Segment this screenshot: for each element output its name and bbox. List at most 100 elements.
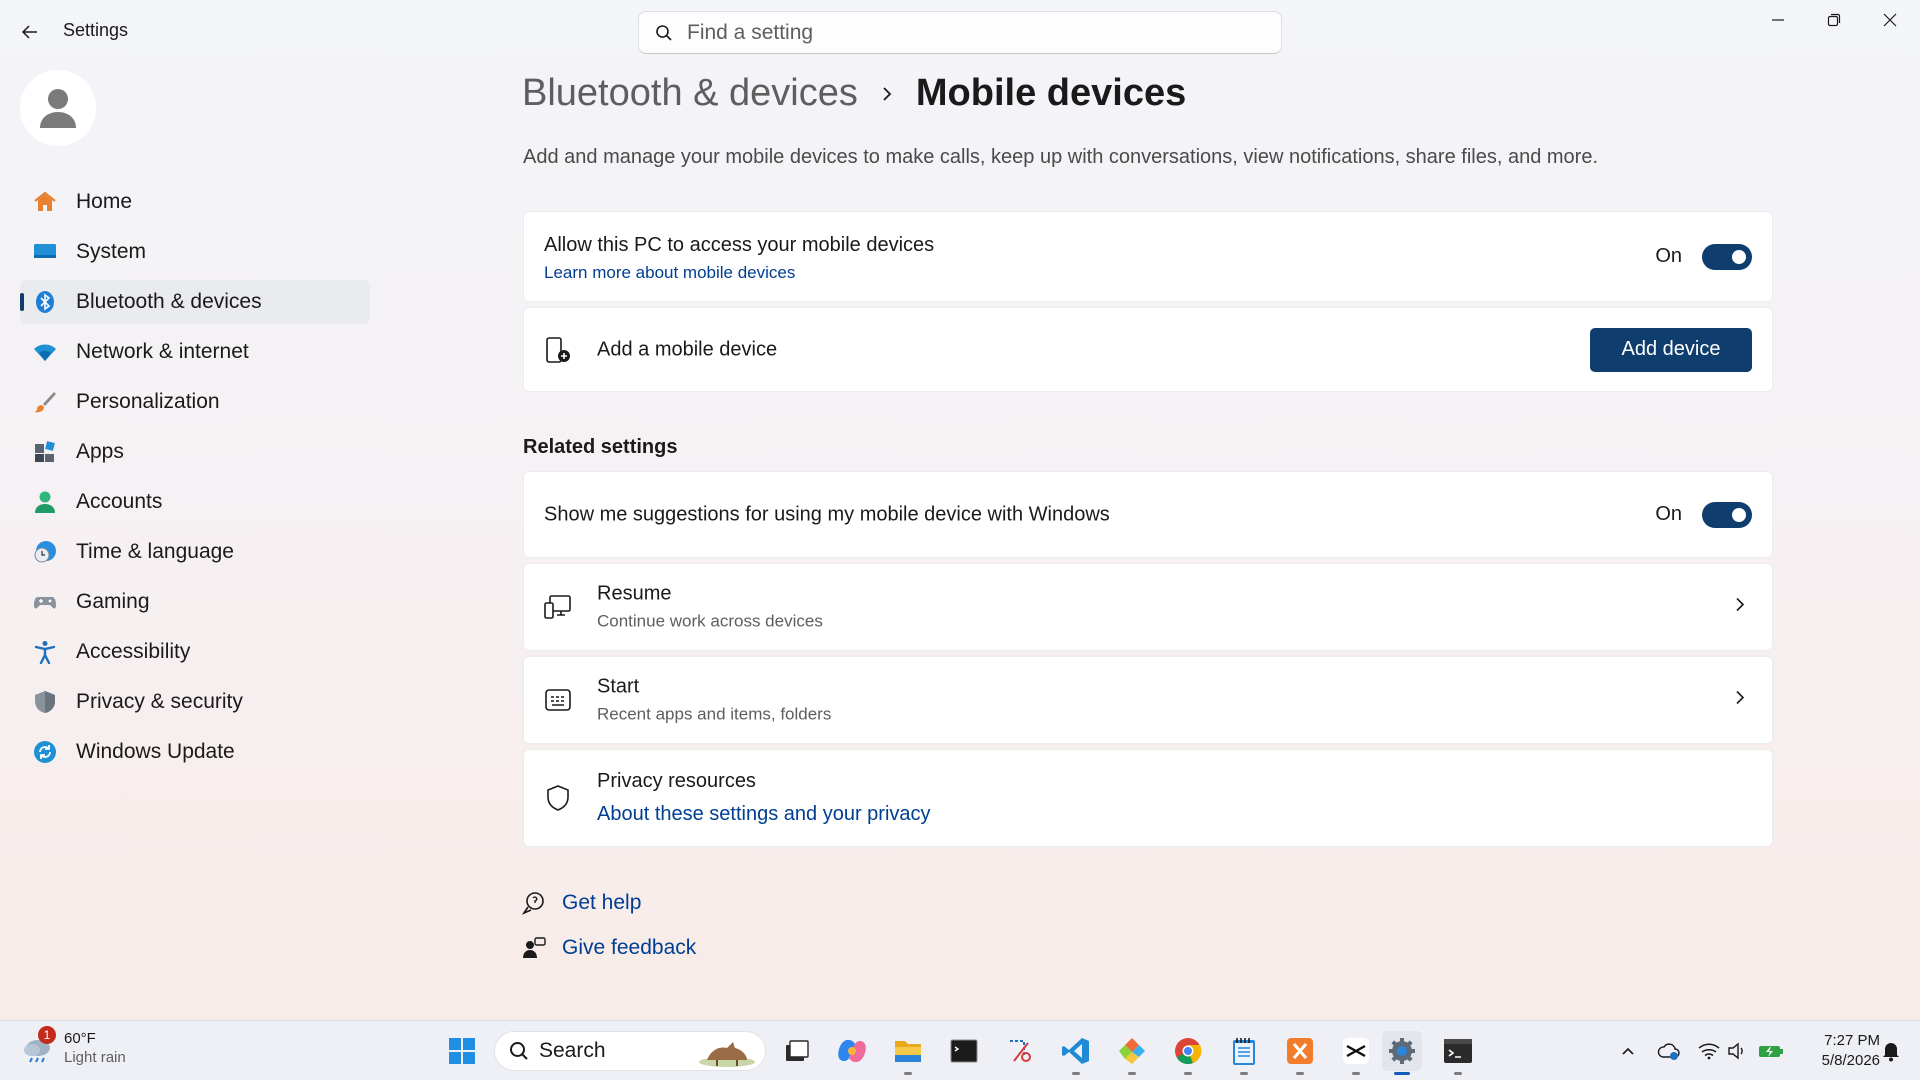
terminal-app[interactable] (944, 1031, 984, 1071)
sidebar-item-gaming[interactable]: Gaming (20, 580, 370, 624)
search-input[interactable] (687, 20, 1247, 45)
sidebar-item-apps[interactable]: Apps (20, 430, 370, 474)
resume-card[interactable]: Resume Continue work across devices (523, 563, 1773, 651)
xampp-icon (1287, 1038, 1313, 1064)
task-view-icon (786, 1040, 809, 1061)
home-icon (32, 189, 58, 215)
taskbar-clock[interactable]: 7:27 PM 5/8/2026 (1796, 1031, 1880, 1071)
brush-icon (32, 389, 58, 415)
user-avatar[interactable] (20, 70, 96, 146)
taskbar: 1 60°F Light rain Search 7:27 PM 5/8/202… (0, 1020, 1920, 1080)
running-indicator (1072, 1072, 1080, 1075)
close-button[interactable] (1862, 0, 1918, 40)
toggle-state-label: On (1655, 503, 1682, 525)
task-view-button[interactable] (776, 1031, 816, 1071)
bluetooth-icon (32, 289, 58, 315)
privacy-settings-link[interactable]: About these settings and your privacy (597, 803, 931, 826)
search-highlight-icon (699, 1042, 755, 1067)
capcut-app[interactable] (1336, 1031, 1376, 1075)
sidebar-item-home[interactable]: Home (20, 180, 370, 224)
chevron-right-icon (1734, 689, 1746, 712)
sidebar-item-accessibility[interactable]: Accessibility (20, 630, 370, 674)
give-feedback-link[interactable]: Give feedback (522, 936, 696, 960)
battery-tray[interactable] (1756, 1031, 1786, 1071)
sidebar-item-label: Accounts (76, 490, 163, 513)
taskbar-search-label: Search (539, 1039, 606, 1062)
start-button[interactable] (442, 1031, 482, 1071)
running-indicator (904, 1072, 912, 1075)
user-icon (40, 89, 76, 128)
add-device-button[interactable]: Add device (1590, 327, 1752, 372)
notification-center-button[interactable] (1876, 1031, 1906, 1071)
start-text: Start Recent apps and items, folders (597, 676, 831, 725)
resume-devices-icon (544, 593, 572, 621)
sidebar-item-bluetooth[interactable]: Bluetooth & devices (20, 280, 370, 324)
sidebar-item-windows-update[interactable]: Windows Update (20, 730, 370, 774)
sidebar-item-accounts[interactable]: Accounts (20, 480, 370, 524)
get-help-label: Get help (562, 891, 642, 914)
sidebar-item-network[interactable]: Network & internet (20, 330, 370, 374)
copilot-icon (838, 1039, 866, 1063)
breadcrumb: Bluetooth & devices Mobile devices (522, 72, 1186, 115)
sidebar-item-label: Bluetooth & devices (76, 290, 262, 313)
chrome-app[interactable] (1168, 1031, 1208, 1075)
terminal-dark-app[interactable] (1438, 1031, 1478, 1075)
suggestions-title: Show me suggestions for using my mobile … (544, 503, 1110, 525)
sidebar-item-time-language[interactable]: Time & language (20, 530, 370, 574)
give-feedback-label: Give feedback (562, 936, 697, 959)
paint-tool-app[interactable] (1112, 1031, 1152, 1075)
running-indicator (1128, 1072, 1136, 1075)
settings-app[interactable] (1382, 1031, 1422, 1075)
sidebar-item-privacy-security[interactable]: Privacy & security (20, 680, 370, 724)
start-card[interactable]: Start Recent apps and items, folders (523, 656, 1773, 744)
minimize-button[interactable] (1750, 0, 1806, 40)
taskbar-search[interactable]: Search (494, 1031, 766, 1071)
notepad-app[interactable] (1224, 1031, 1264, 1075)
clock-date: 5/8/2026 (1821, 1052, 1880, 1069)
access-mobile-devices-card: Allow this PC to access your mobile devi… (523, 211, 1773, 302)
related-settings-heading: Related settings (523, 436, 678, 458)
windows-logo-icon (449, 1038, 475, 1064)
running-indicator (1240, 1072, 1248, 1075)
start-menu-icon (544, 686, 572, 714)
clock-globe-icon (32, 539, 58, 565)
file-explorer-app[interactable] (888, 1031, 928, 1075)
vscode-app[interactable] (1056, 1031, 1096, 1075)
restore-icon (1827, 13, 1841, 27)
wifi-tray[interactable] (1694, 1031, 1724, 1071)
title-bar: Settings (0, 0, 1920, 62)
sidebar-item-label: Windows Update (76, 740, 235, 763)
sidebar-item-system[interactable]: System (20, 230, 370, 274)
snipping-tool-app[interactable] (1000, 1031, 1040, 1071)
get-help-link[interactable]: Get help (522, 891, 641, 915)
weather-widget[interactable]: 1 60°F Light rain (20, 1026, 126, 1067)
suggestions-toggle[interactable] (1702, 501, 1752, 528)
access-title: Allow this PC to access your mobile devi… (544, 234, 935, 256)
access-toggle[interactable] (1702, 243, 1752, 270)
learn-more-link[interactable]: Learn more about mobile devices (544, 263, 934, 283)
weather-text: 60°F Light rain (64, 1029, 126, 1067)
breadcrumb-parent[interactable]: Bluetooth & devices (522, 72, 858, 115)
capcut-icon (1343, 1038, 1369, 1064)
sidebar-item-label: Personalization (76, 390, 220, 413)
sidebar-item-label: Home (76, 190, 133, 213)
sidebar-item-label: Network & internet (76, 340, 249, 363)
volume-tray[interactable] (1722, 1031, 1752, 1071)
restore-button[interactable] (1806, 0, 1862, 40)
cloud-icon (1657, 1043, 1680, 1060)
show-hidden-icons-button[interactable] (1613, 1031, 1643, 1071)
xampp-app[interactable] (1280, 1031, 1320, 1075)
start-subtitle: Recent apps and items, folders (597, 704, 832, 724)
access-toggle-group: On (1655, 243, 1752, 270)
running-indicator (1454, 1072, 1462, 1075)
settings-search-box[interactable] (638, 11, 1282, 54)
accounts-icon (32, 489, 58, 515)
chevron-right-icon (1734, 596, 1746, 619)
back-button[interactable] (14, 16, 46, 48)
sidebar-item-personalization[interactable]: Personalization (20, 380, 370, 424)
copilot-app[interactable] (832, 1031, 872, 1071)
onedrive-tray[interactable] (1654, 1031, 1684, 1071)
feedback-icon (522, 936, 546, 960)
privacy-text: Privacy resources About these settings a… (597, 770, 931, 826)
help-chat-icon (522, 891, 546, 915)
